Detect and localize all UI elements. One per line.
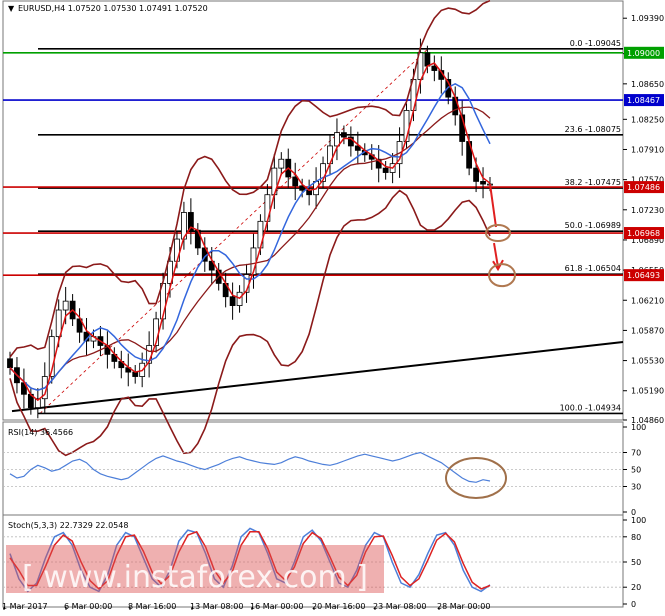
level-badge-text: 1.06493 <box>627 271 660 280</box>
fib-level-label: 61.8 -1.06504 <box>565 264 621 273</box>
candle-body <box>452 96 459 116</box>
price-tick-label: 1.05190 <box>631 387 664 396</box>
bollinger-middle <box>9 106 491 391</box>
rsi-tick-label: 70 <box>631 449 641 458</box>
candle-body <box>7 358 13 369</box>
fib-level-label: 0.0 -1.09045 <box>570 39 621 48</box>
fib-level-label: 23.6 -1.08075 <box>565 125 621 134</box>
stoch-title: Stoch(5,3,3) 22.7329 22.0548 <box>8 521 128 530</box>
time-tick-label: 6 Mar 00:00 <box>64 602 112 611</box>
chart-root: ▼ EURUSD,H4 1.07520 1.07530 1.07491 1.075… <box>0 0 665 612</box>
fib-level-label: 100.0 -1.04934 <box>560 403 621 412</box>
candle-body <box>278 158 285 169</box>
stoch-tick-label: 80 <box>631 533 641 542</box>
watermark-text: [ www.instaforex.com ] <box>22 560 368 595</box>
stoch-tick-label: 20 <box>631 583 641 592</box>
price-tick-label: 1.08250 <box>631 115 664 124</box>
fib-level-label: 38.2 -1.07475 <box>565 178 621 187</box>
candle-body <box>431 65 438 71</box>
stoch-tick-label: 100 <box>631 516 646 525</box>
trend-line <box>11 340 624 413</box>
rsi-title: RSI(14) 36.4566 <box>8 428 73 437</box>
rsi-tick-label: 30 <box>631 483 641 492</box>
price-tick-label: 1.07230 <box>631 206 664 215</box>
level-badge-text: 1.09000 <box>627 49 660 58</box>
price-tick-label: 1.06210 <box>631 296 664 305</box>
price-tick-label: 1.08650 <box>631 80 664 89</box>
stoch-tick-label: 50 <box>631 558 641 567</box>
rsi-highlight-circle <box>445 457 507 499</box>
candle-body <box>473 167 479 182</box>
candle-body <box>424 52 431 67</box>
price-tick-label: 1.05530 <box>631 357 664 366</box>
candle-body <box>334 132 340 147</box>
level-badge-text: 1.07486 <box>627 183 660 192</box>
time-tick-label: 1 Mar 2017 <box>2 602 48 611</box>
level-badge-text: 1.06968 <box>627 229 660 238</box>
time-tick-label: 28 Mar 00:00 <box>437 602 490 611</box>
candle-body <box>229 296 236 306</box>
price-tick-label: 1.05870 <box>631 326 664 335</box>
time-tick-label: 23 Mar 08:00 <box>373 602 426 611</box>
time-tick-label: 8 Mar 16:00 <box>128 602 176 611</box>
rsi-line <box>9 451 491 483</box>
rsi-tick-label: 100 <box>631 423 646 432</box>
rsi-tick-label: 50 <box>631 466 641 475</box>
main-panel-frame <box>2 0 624 421</box>
chart-svg: ▼ EURUSD,H4 1.07520 1.07530 1.07491 1.075… <box>2 0 664 611</box>
ma-slow <box>9 82 491 391</box>
candle-body <box>382 167 389 173</box>
time-tick-label: 16 Mar 00:00 <box>250 602 303 611</box>
price-tick-label: 1.09390 <box>631 14 664 23</box>
candle-body <box>62 300 69 311</box>
candle-body <box>480 181 486 185</box>
symbol-header: EURUSD,H4 1.07520 1.07530 1.07491 1.0752… <box>18 4 208 13</box>
header-arrow-icon: ▼ <box>8 4 15 13</box>
candle-body <box>341 132 347 138</box>
time-tick-label: 13 Mar 08:00 <box>190 602 243 611</box>
price-tick-label: 1.07910 <box>631 145 664 154</box>
rsi-panel-frame <box>2 421 624 516</box>
fib-level-label: 50.0 -1.06989 <box>565 221 621 230</box>
time-tick-label: 20 Mar 16:00 <box>312 602 365 611</box>
level-badge-text: 1.08467 <box>627 96 660 105</box>
stoch-tick-label: 0 <box>631 600 636 609</box>
candle-body <box>292 176 299 187</box>
projection-arrow-1 <box>489 183 497 228</box>
